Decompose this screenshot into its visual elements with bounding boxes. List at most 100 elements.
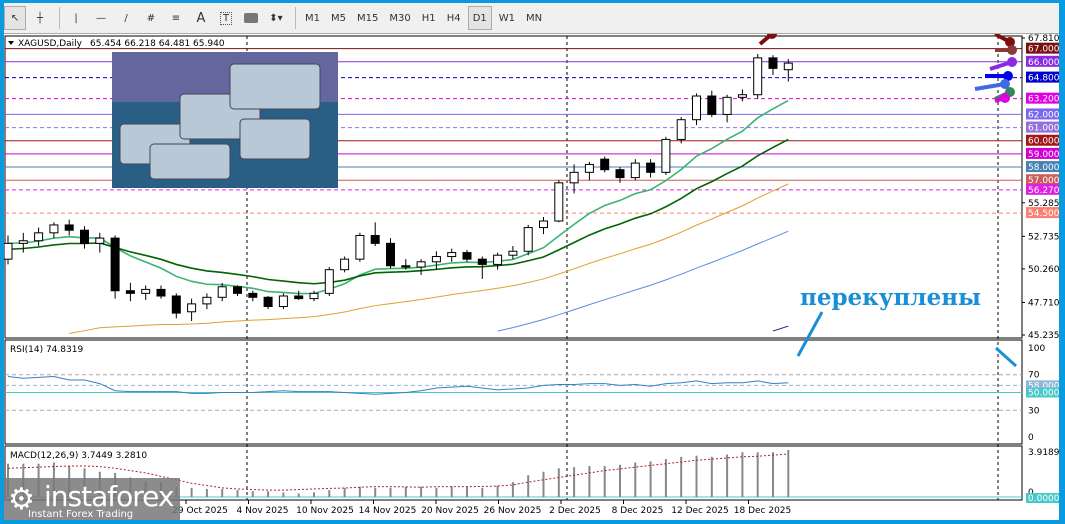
candle-body [416, 261, 426, 268]
price-level-label: 64.800 [1028, 74, 1060, 84]
candle-body [263, 296, 273, 308]
text-label-icon: T [219, 11, 233, 25]
timeframe-mn[interactable]: MN [522, 6, 546, 30]
fibonacci-tool[interactable]: # [140, 6, 162, 30]
candle [171, 293, 181, 319]
candle [508, 245, 518, 260]
candle [584, 161, 594, 181]
candle-body [324, 269, 334, 294]
date-label: 8 Dec 2025 [612, 506, 664, 516]
price-level-label: 56.270 [1028, 186, 1060, 196]
candle [34, 227, 44, 246]
rsi-tick-label: 30 [1028, 406, 1040, 416]
silver-bar [149, 143, 231, 180]
silver-bar [229, 63, 321, 110]
timeframe-m1[interactable]: M1 [301, 6, 324, 30]
toolbar: ↖ ┼ | — / # ≡ A T ⬍▾ M1 M5 M15 M30 H1 H4 D1 W1 M… [4, 3, 1059, 34]
silver-bar [239, 118, 311, 160]
annotation-arrow [994, 346, 1018, 368]
candle [722, 94, 732, 123]
price-tick-label: 45.235 [1028, 331, 1060, 341]
crosshair-tool[interactable]: ┼ [29, 6, 51, 30]
candle-body [661, 138, 671, 173]
chart-area[interactable]: 67.81055.28552.73550.26047.71045.23567.0… [0, 34, 1065, 524]
date-label: 26 Nov 2025 [484, 506, 542, 516]
candle [370, 222, 380, 246]
timeframe-h4[interactable]: H4 [443, 6, 465, 30]
candle [202, 293, 212, 310]
fibonacci-icon: # [146, 12, 156, 24]
candle-body [462, 252, 472, 260]
candle [125, 282, 135, 302]
candle [646, 159, 656, 178]
date-label: 10 Nov 2025 [296, 506, 354, 516]
date-label: 4 Nov 2025 [237, 506, 289, 516]
candle-body [171, 295, 181, 314]
candle-body [125, 290, 135, 294]
candle [248, 290, 258, 302]
fibo-levels-tool[interactable]: ≡ [165, 6, 187, 30]
timeframe-m30[interactable]: M30 [385, 6, 414, 30]
candle-body [554, 182, 564, 222]
candle [600, 156, 610, 173]
candle [278, 293, 288, 310]
candle-body [431, 256, 441, 263]
candle [294, 290, 304, 300]
arrow-head-icon [1007, 45, 1017, 55]
timeframe-w1[interactable]: W1 [495, 6, 519, 30]
candle [49, 222, 59, 239]
price-level-label: 62.000 [1028, 110, 1060, 120]
candle-body [386, 242, 395, 267]
candle [753, 53, 763, 99]
timeframe-d1[interactable]: D1 [467, 6, 492, 30]
candle-body [646, 162, 656, 173]
candle-body [722, 96, 732, 115]
cursor-icon: ↖ [10, 12, 20, 24]
trendline-tool[interactable]: / [115, 6, 137, 30]
rsi-tick-label: 100 [1028, 344, 1045, 354]
candle-body [539, 220, 548, 229]
candle-body [447, 252, 457, 258]
rectangle-tool[interactable] [240, 6, 262, 30]
candle-body [217, 286, 227, 298]
candle-body [615, 169, 625, 179]
horizontal-line-icon: — [96, 12, 106, 24]
cursor-tool[interactable]: ↖ [4, 6, 26, 30]
candle-body [630, 162, 640, 179]
rectangle-icon [244, 13, 258, 23]
candle [462, 249, 472, 262]
candle [493, 252, 503, 270]
candle-body [233, 286, 242, 294]
candle [263, 295, 273, 310]
price-level-label: 59.000 [1028, 150, 1060, 160]
vertical-line-tool[interactable]: | [65, 6, 87, 30]
rsi-tick-label: 70 [1028, 371, 1040, 381]
candle [386, 238, 395, 269]
candle-body [508, 250, 518, 256]
price-tick-label: 50.260 [1028, 265, 1060, 275]
candle-body [80, 229, 89, 244]
arrows-tool[interactable]: ⬍▾ [265, 6, 287, 30]
candle [324, 267, 334, 296]
candle-body [309, 292, 319, 300]
candle-body [18, 240, 28, 244]
timeframe-m15[interactable]: M15 [353, 6, 382, 30]
timeframe-m5[interactable]: M5 [327, 6, 350, 30]
candle [554, 180, 564, 223]
rsi-level-label: 50.0000 [1028, 389, 1065, 399]
text-tool[interactable]: A [190, 6, 212, 30]
candle [416, 259, 426, 275]
price-tick-label: 52.735 [1028, 232, 1060, 242]
candle-body [584, 163, 594, 173]
trendline-icon: / [124, 12, 128, 24]
candle [783, 59, 793, 82]
candle [630, 159, 640, 181]
candle [661, 136, 671, 175]
horizontal-line-tool[interactable]: — [90, 6, 112, 30]
candle [18, 232, 28, 253]
candle-body [783, 62, 793, 71]
price-tick-label: 47.710 [1028, 298, 1060, 308]
timeframe-h1[interactable]: H1 [418, 6, 440, 30]
text-label-tool[interactable]: T [215, 6, 237, 30]
candle-body [600, 158, 610, 171]
